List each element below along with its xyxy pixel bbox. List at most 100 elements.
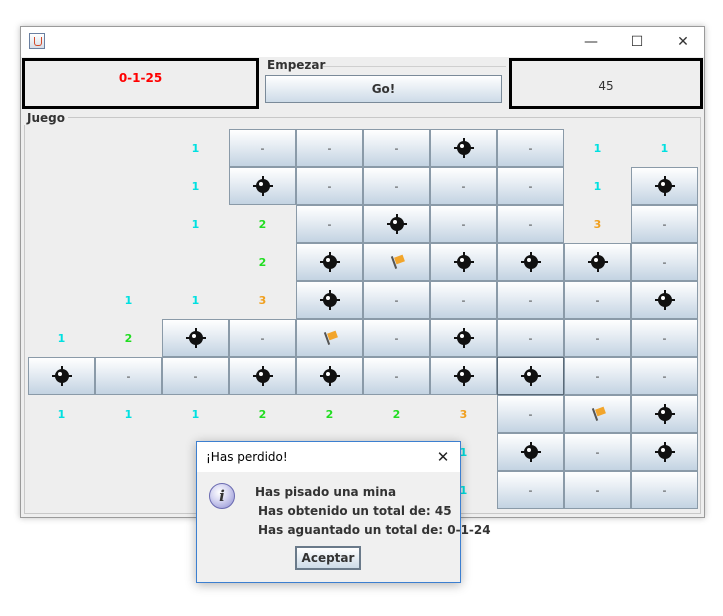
unrevealed-cell[interactable]: - [363,357,430,395]
mine-cell[interactable] [162,319,229,357]
unrevealed-cell[interactable]: - [363,319,430,357]
number-cell: 2 [392,407,401,421]
timer-panel: 0-1-25 [22,58,259,109]
unrevealed-cell[interactable]: - [95,357,162,395]
dialog-close-button[interactable]: ✕ [426,442,460,472]
accept-button[interactable]: Aceptar [295,546,361,570]
empty-cell [95,471,162,509]
unrevealed-cell[interactable]: - [497,167,564,205]
unrevealed-cell[interactable]: - [631,357,698,395]
unrevealed-cell[interactable]: - [564,281,631,319]
empty-cell [95,433,162,471]
empty-cell [28,205,95,243]
unrevealed-cell[interactable]: - [296,167,363,205]
flagged-cell[interactable] [296,319,363,357]
unrevealed-cell[interactable]: - [564,471,631,509]
number-cell: 1 [660,141,669,155]
empty-cell [95,243,162,281]
dialog-title: ¡Has perdido! [206,450,288,464]
unrevealed-cell[interactable]: - [631,319,698,357]
mine-cell[interactable] [497,243,564,281]
number-cell: 3 [593,217,602,231]
unrevealed-cell[interactable]: - [363,281,430,319]
mine-cell[interactable] [229,167,296,205]
mine-cell[interactable] [430,319,497,357]
mine-cell[interactable] [296,281,363,319]
unrevealed-cell[interactable]: - [564,319,631,357]
number-cell: 3 [459,407,468,421]
mine-icon [386,214,407,234]
mine-cell[interactable] [497,357,564,395]
unrevealed-cell[interactable]: - [430,205,497,243]
message-line-3: Has aguantado un total de: 0-1-24 [258,523,491,537]
number-cell: 1 [124,293,133,307]
mine-cell[interactable] [28,357,95,395]
unrevealed-cell[interactable]: - [296,205,363,243]
mine-cell[interactable] [430,357,497,395]
mine-cell[interactable] [430,243,497,281]
empty-cell [95,205,162,243]
unrevealed-cell[interactable]: - [631,243,698,281]
mine-cell[interactable] [229,357,296,395]
mine-cell[interactable] [564,243,631,281]
unrevealed-cell[interactable]: - [497,471,564,509]
unrevealed-cell[interactable]: - [363,129,430,167]
unrevealed-cell[interactable]: - [631,471,698,509]
number-cell: 1 [191,407,200,421]
mine-icon [453,138,474,158]
game-legend: Juego [24,111,68,125]
mine-cell[interactable] [497,433,564,471]
empty-cell [95,167,162,205]
mine-cell[interactable] [631,167,698,205]
go-button[interactable]: Go! [265,75,502,103]
mine-cell[interactable] [296,243,363,281]
flagged-cell[interactable] [564,395,631,433]
mine-cell[interactable] [430,129,497,167]
number-cell: 2 [325,407,334,421]
number-cell: 1 [191,217,200,231]
empty-cell [28,243,95,281]
unrevealed-cell[interactable]: - [497,205,564,243]
unrevealed-cell[interactable]: - [631,205,698,243]
unrevealed-cell[interactable]: - [497,281,564,319]
number-cell: 1 [191,179,200,193]
unrevealed-cell[interactable]: - [497,319,564,357]
empty-cell [28,281,95,319]
unrevealed-cell[interactable]: - [497,129,564,167]
empty-cell [162,243,229,281]
unrevealed-cell[interactable]: - [363,167,430,205]
start-legend: Empezar [267,58,326,72]
mine-icon [520,252,541,272]
game-over-dialog: ¡Has perdido! ✕ i Has pisado una mina Ha… [196,441,491,583]
unrevealed-cell[interactable]: - [162,357,229,395]
message-line-2: Has obtenido un total de: 45 [258,504,452,518]
close-button[interactable]: ✕ [660,27,706,57]
flagged-cell[interactable] [363,243,430,281]
message-line-1: Has pisado una mina [255,485,397,499]
timer-display: 0-1-25 [118,71,163,85]
unrevealed-cell[interactable]: - [430,281,497,319]
mine-icon [654,404,675,424]
unrevealed-cell[interactable]: - [497,395,564,433]
maximize-button[interactable]: ☐ [614,27,660,57]
unrevealed-cell[interactable]: - [430,167,497,205]
number-cell: 2 [124,331,133,345]
flag-icon [591,407,605,421]
unrevealed-cell[interactable]: - [564,357,631,395]
unrevealed-cell[interactable]: - [564,433,631,471]
unrevealed-cell[interactable]: - [229,129,296,167]
mine-cell[interactable] [631,395,698,433]
mine-icon [252,176,273,196]
unrevealed-cell[interactable]: - [229,319,296,357]
mine-icon [51,366,72,386]
java-app-icon [29,33,45,49]
number-cell: 1 [57,331,66,345]
mine-icon [520,366,541,386]
mine-cell[interactable] [296,357,363,395]
mine-cell[interactable] [631,281,698,319]
mine-cell[interactable] [631,433,698,471]
number-cell: 1 [191,293,200,307]
unrevealed-cell[interactable]: - [296,129,363,167]
mine-cell[interactable] [363,205,430,243]
minimize-button[interactable]: — [568,27,614,57]
